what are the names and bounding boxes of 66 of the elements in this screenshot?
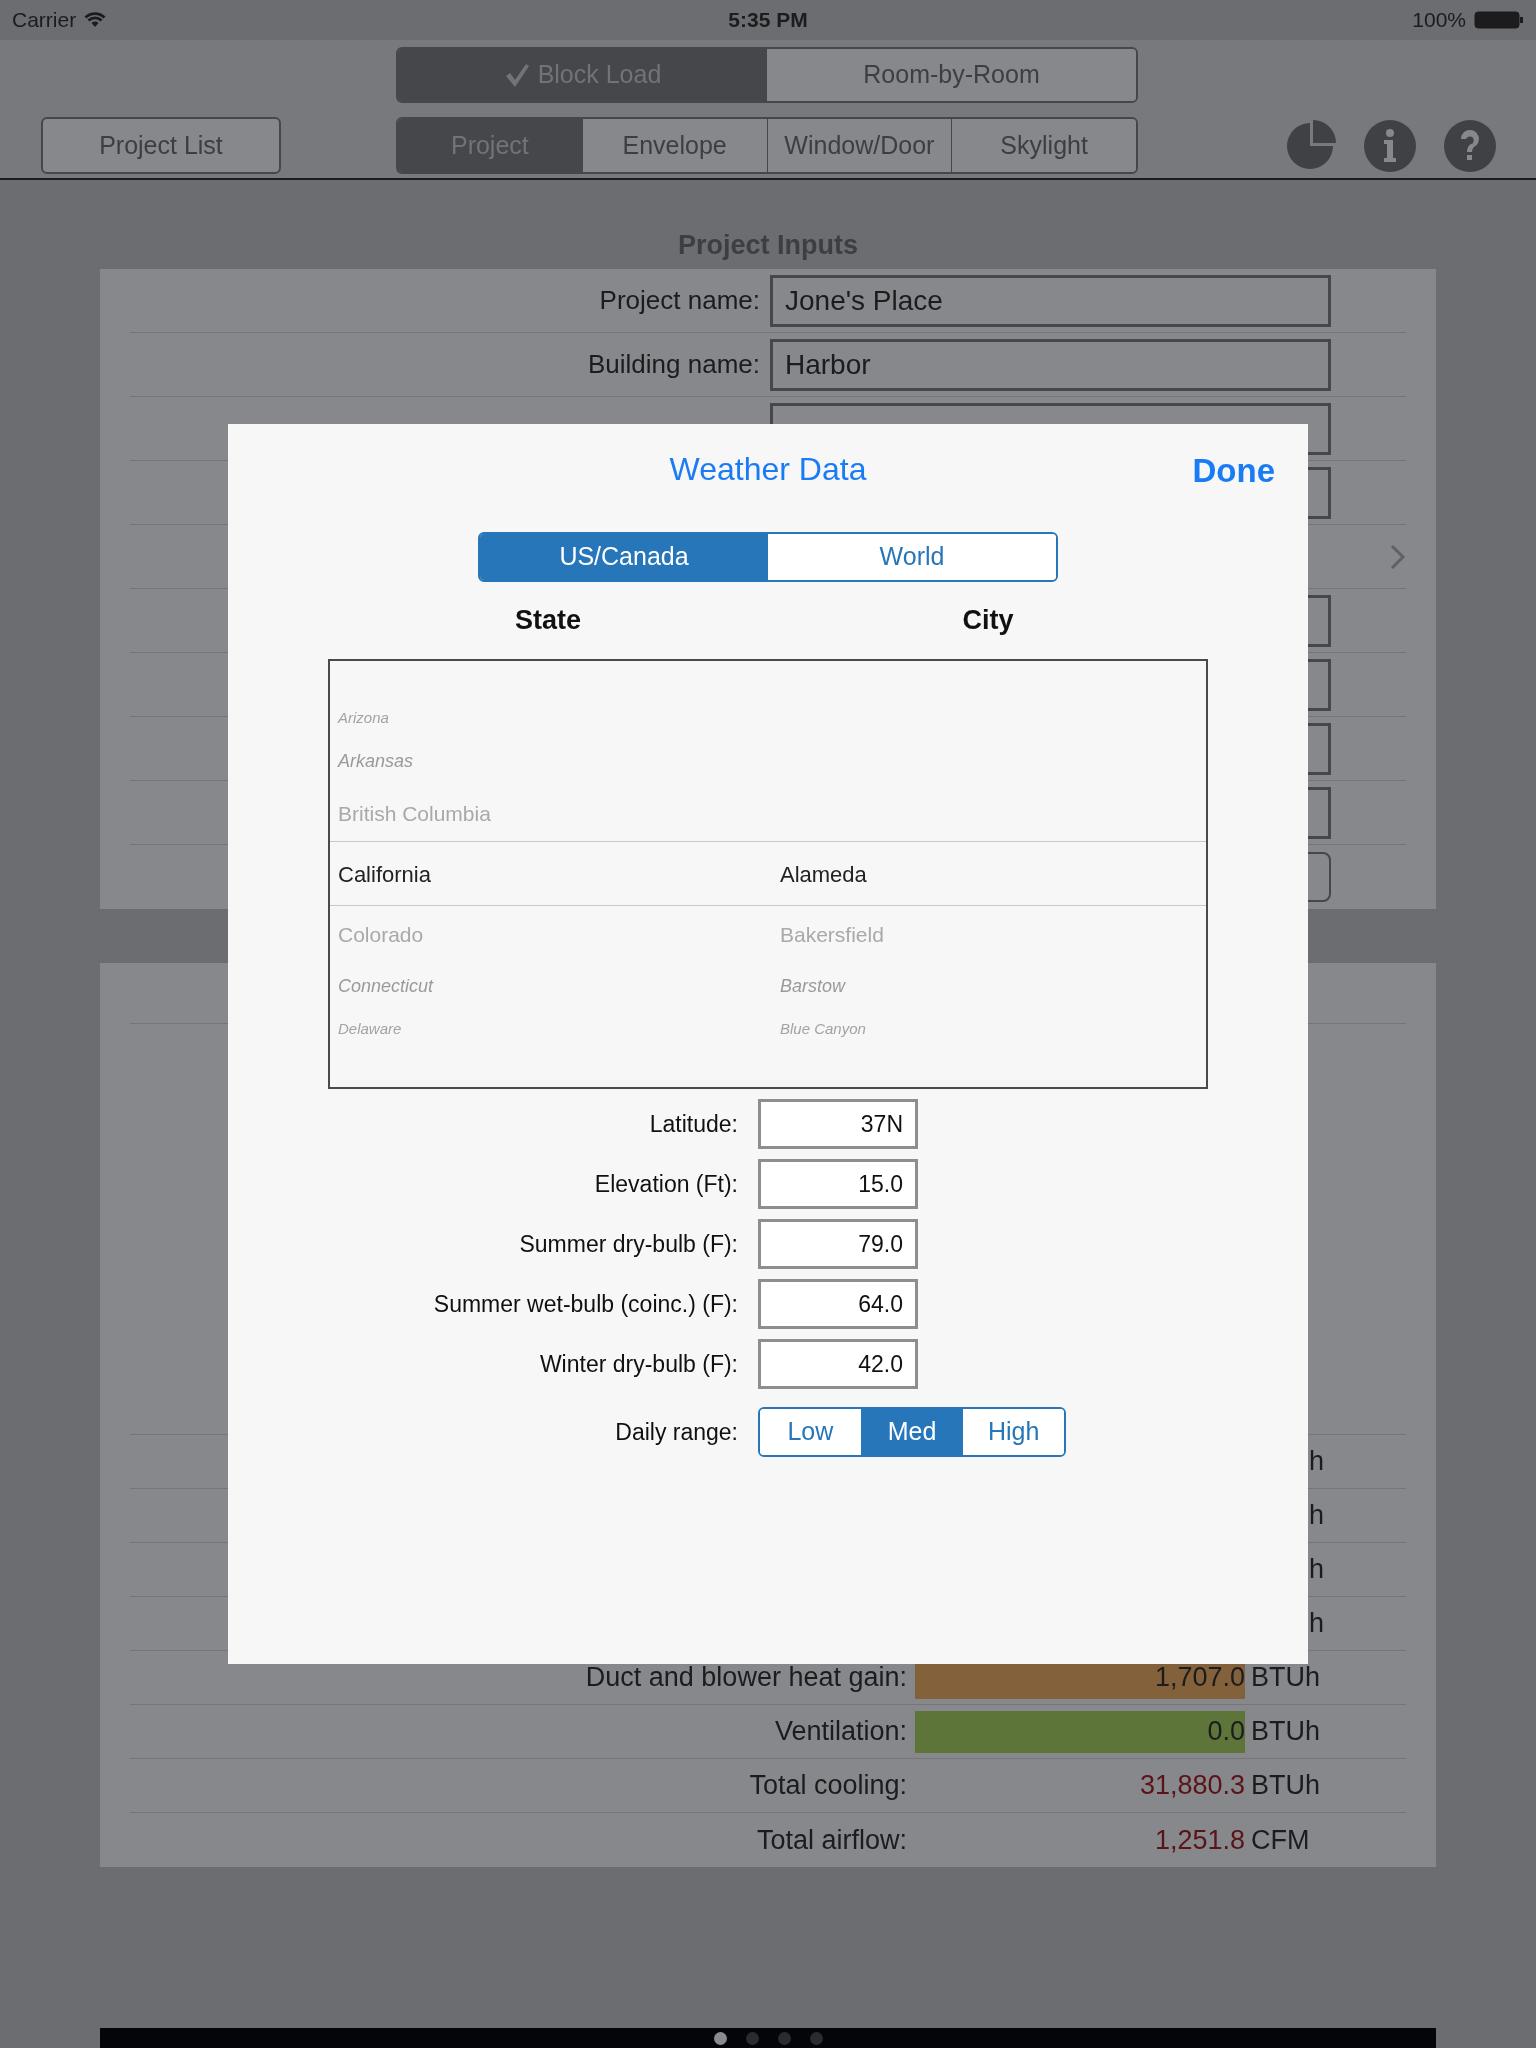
weather-field[interactable]: 64.0 bbox=[758, 1279, 918, 1329]
battery-percent: 100% bbox=[1412, 7, 1466, 34]
unit-label: BTUh bbox=[1250, 1715, 1321, 1749]
result-label: Ventilation: bbox=[774, 1715, 907, 1749]
unit-label: h bbox=[1308, 1553, 1325, 1587]
unit-label: BTUh bbox=[1250, 1661, 1321, 1695]
weather-field-label: Elevation (Ft): bbox=[594, 1169, 738, 1199]
region-tab[interactable]: US/Canada bbox=[480, 534, 768, 580]
state-option[interactable]: California bbox=[338, 857, 431, 891]
city-option[interactable]: Barstow bbox=[780, 973, 846, 1000]
state-option[interactable]: Colorado bbox=[338, 918, 424, 951]
result-label: Duct and blower heat gain: bbox=[585, 1661, 907, 1695]
field-label: Building name: bbox=[588, 348, 760, 381]
battery-icon bbox=[1474, 10, 1524, 30]
done-button[interactable]: Done bbox=[1192, 446, 1275, 496]
section-tab[interactable]: Envelope bbox=[581, 119, 767, 172]
text-field[interactable]: Jone's Place bbox=[770, 274, 1331, 327]
unit-label: BTUh bbox=[1250, 1769, 1321, 1803]
weather-field-label: Winter dry-bulb (F): bbox=[539, 1349, 738, 1379]
help-icon[interactable] bbox=[1444, 120, 1496, 172]
column-header: City bbox=[962, 604, 1014, 638]
unit-label: CFM bbox=[1250, 1823, 1310, 1857]
range-option[interactable]: Low bbox=[760, 1409, 861, 1455]
city-option[interactable]: Blue Canyon bbox=[780, 1018, 866, 1041]
project-list-button[interactable]: Project List bbox=[41, 117, 281, 174]
weather-field[interactable]: 42.0 bbox=[758, 1339, 918, 1389]
result-value: 1,251.8 bbox=[1153, 1823, 1245, 1857]
state-option[interactable]: British Columbia bbox=[338, 797, 491, 830]
chevron-right-icon[interactable] bbox=[1390, 543, 1406, 570]
weather-field-label: Summer wet-bulb (coinc.) (F): bbox=[433, 1289, 738, 1319]
daily-range-label: Daily range: bbox=[615, 1417, 738, 1447]
weather-field-label: Summer dry-bulb (F): bbox=[519, 1229, 738, 1259]
state-option[interactable]: Delaware bbox=[338, 1018, 402, 1041]
result-label: Total airflow: bbox=[756, 1823, 907, 1857]
state-option[interactable]: Connecticut bbox=[338, 973, 434, 1000]
wifi-icon bbox=[84, 12, 107, 28]
weather-field[interactable]: 79.0 bbox=[758, 1219, 918, 1269]
section-tab[interactable]: Window/Door bbox=[766, 119, 952, 172]
column-header: State bbox=[515, 604, 581, 638]
pie-chart-icon[interactable] bbox=[1284, 120, 1336, 172]
city-option[interactable]: Alameda bbox=[780, 857, 867, 891]
state-option[interactable]: Arkansas bbox=[338, 748, 414, 775]
range-option[interactable]: High bbox=[962, 1409, 1064, 1455]
section-tab[interactable]: Skylight bbox=[951, 119, 1136, 172]
state-option[interactable]: Arizona bbox=[338, 707, 389, 730]
result-label: Total cooling: bbox=[749, 1769, 907, 1803]
checkmark-icon bbox=[503, 62, 530, 88]
weather-field[interactable]: 37N bbox=[758, 1099, 918, 1149]
location-picker[interactable]: Arizona Arkansas British Columbia California Colorado Connecticut Delaware Alameda Bakersfield Barstow Blue Canyon bbox=[328, 659, 1208, 1089]
carrier-label: Carrier bbox=[12, 7, 77, 34]
unit-label: h bbox=[1308, 1499, 1325, 1533]
result-bar: 0.0 bbox=[915, 1710, 1245, 1753]
info-icon[interactable] bbox=[1364, 120, 1416, 172]
weather-field[interactable]: 15.0 bbox=[758, 1159, 918, 1209]
unit-label: h bbox=[1308, 1607, 1325, 1641]
unit-label: h bbox=[1308, 1445, 1325, 1479]
result-value: 31,880.3 bbox=[1138, 1769, 1245, 1803]
text-field[interactable]: Harbor bbox=[770, 338, 1331, 391]
dialog-title: Weather Data bbox=[669, 450, 867, 489]
region-tab[interactable]: World bbox=[768, 534, 1056, 580]
field-label: Project name: bbox=[599, 284, 760, 317]
weather-field-label: Latitude: bbox=[649, 1109, 738, 1139]
mode-tab[interactable]: Room-by-Room bbox=[767, 49, 1136, 101]
status-time: 5:35 PM bbox=[728, 7, 808, 34]
city-option[interactable]: Bakersfield bbox=[780, 918, 884, 951]
range-option[interactable]: Med bbox=[860, 1409, 963, 1455]
